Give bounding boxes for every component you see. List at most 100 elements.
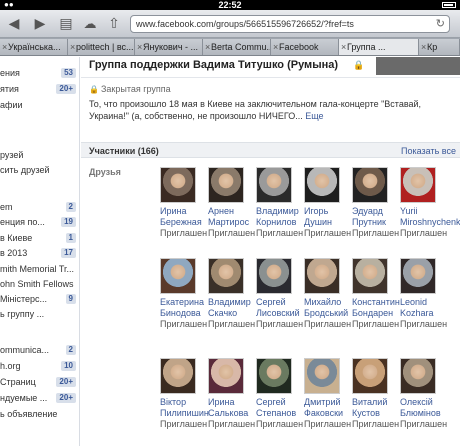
member-avatar[interactable] [304,258,340,294]
sidebar-item[interactable]: рузей [0,149,78,161]
member-status: Приглашен [208,419,256,429]
member-avatar[interactable] [256,167,292,203]
sidebar-item[interactable]: афии [0,99,78,111]
sidebar-item[interactable]: ohn Smith Fellows [0,278,78,290]
member-card[interactable]: Эдуард Прутник Приглашен [352,167,399,239]
icloud-tabs-icon[interactable]: ☁ [80,15,100,32]
member-card[interactable]: Михайло Бродський Приглашен [304,258,352,330]
member-name[interactable]: Михайло Бродський [304,297,348,319]
member-name[interactable]: Leonid Kozhara [400,297,444,319]
close-tab-icon[interactable]: × [341,39,346,55]
member-name[interactable]: Константин Бондарен [352,297,400,319]
member-card[interactable]: Віктор Пилипишин Приглашен [160,358,209,430]
sidebar-item[interactable]: Міністерс... 9 [0,293,78,305]
member-card[interactable]: Константин Бондарен Приглашен [352,258,400,330]
share-icon[interactable]: ⇧ [104,15,124,32]
sidebar-item[interactable]: в 2013 17 [0,247,78,259]
member-card[interactable]: Сергей Степанов Приглашен [256,358,303,430]
sidebar-item[interactable]: Страниц 20+ [0,376,78,388]
forward-icon[interactable]: ▶ [30,15,50,32]
member-card[interactable]: Владимир Корнилов Приглашен [256,167,303,239]
tab-4[interactable]: × Berta Commu... [203,39,271,55]
member-avatar[interactable] [304,167,340,203]
member-avatar[interactable] [256,358,292,394]
back-icon[interactable]: ◀ [4,15,24,32]
member-card[interactable]: Олексій Блюмінов Приглашен [400,358,447,430]
member-card[interactable]: Сергей Лисовский Приглашен [256,258,303,330]
member-name[interactable]: Екатерина Бинодова [160,297,204,319]
member-name[interactable]: Виталий Кустов [352,397,396,419]
member-name[interactable]: Сергей Степанов [256,397,300,419]
member-name[interactable]: Эдуард Прутник [352,206,396,228]
close-tab-icon[interactable]: × [205,39,210,55]
member-avatar[interactable] [256,258,292,294]
member-name[interactable]: Владимир Корнилов [256,206,300,228]
more-link[interactable]: Еще [305,111,323,121]
tab-1[interactable]: × Українська... [0,39,68,55]
member-card[interactable]: Владимир Скачко Приглашен [208,258,255,330]
tab-5[interactable]: × Facebook [271,39,339,55]
member-avatar[interactable] [208,258,244,294]
member-avatar[interactable] [160,258,196,294]
close-tab-icon[interactable]: × [2,39,7,55]
member-name[interactable]: Yurii Miroshnychenko [400,206,460,228]
member-name[interactable]: Олексій Блюмінов [400,397,444,419]
sidebar-item[interactable]: сить друзей [0,164,78,176]
member-name[interactable]: Сергей Лисовский [256,297,300,319]
member-avatar[interactable] [304,358,340,394]
tab-7[interactable]: × Кр [419,39,460,55]
tab-3[interactable]: × Янукович - ... [135,39,203,55]
page-title[interactable]: Группа поддержки Вадима Титушко (Румына) [89,59,338,71]
member-name[interactable]: Віктор Пилипишин [160,397,209,419]
member-avatar[interactable] [352,358,388,394]
member-status: Приглашен [304,319,352,329]
member-avatar[interactable] [400,358,436,394]
sidebar-item[interactable]: ятия 20+ [0,83,78,95]
sidebar-item[interactable]: ения 53 [0,67,78,79]
close-tab-icon[interactable]: × [137,39,142,55]
address-bar[interactable]: www.facebook.com/groups/566515596726652/… [130,15,450,33]
member-avatar[interactable] [208,358,244,394]
member-avatar[interactable] [352,167,388,203]
bookmarks-icon[interactable]: ▤ [56,15,76,32]
sidebar-item[interactable]: ommunica... 2 [0,344,78,356]
sidebar-item[interactable]: в Киеве 1 [0,232,78,244]
member-card[interactable]: Виталий Кустов Приглашен [352,358,399,430]
sidebar-item[interactable]: ндуемые ... 20+ [0,392,78,404]
tab-2[interactable]: × polittech | вс... [68,39,135,55]
sidebar-item[interactable]: енция по... 19 [0,216,78,228]
close-tab-icon[interactable]: × [273,39,278,55]
member-card[interactable]: Арнен Мартирос Приглашен [208,167,256,239]
member-avatar[interactable] [400,167,436,203]
member-name[interactable]: Игорь Душин [304,206,348,228]
member-avatar[interactable] [160,167,196,203]
member-avatar[interactable] [208,167,244,203]
member-name[interactable]: Ирина Бережная [160,206,204,228]
member-card[interactable]: Игорь Душин Приглашен [304,167,351,239]
sidebar-item[interactable]: ь объявление [0,408,78,420]
member-status: Приглашен [208,228,256,238]
member-card[interactable]: Ирина Бережная Приглашен [160,167,207,239]
member-name[interactable]: Ирина Салькова [208,397,252,419]
sidebar-item[interactable]: mith Memorial Tr... [0,263,78,275]
group-description: То, что произошло 18 мая в Киеве на закл… [89,99,422,121]
member-card[interactable]: Дмитрий Факовски Приглашен [304,358,351,430]
member-name[interactable]: Дмитрий Факовски [304,397,348,419]
reload-icon[interactable]: ↻ [436,16,445,32]
member-name[interactable]: Владимир Скачко [208,297,252,319]
close-tab-icon[interactable]: × [421,39,426,55]
sidebar-item[interactable]: ь группу ... [0,308,78,320]
member-avatar[interactable] [400,258,436,294]
close-tab-icon[interactable]: × [70,39,75,55]
member-card[interactable]: Yurii Miroshnychenko Приглашен [400,167,460,239]
sidebar-item[interactable]: em 2 [0,201,78,213]
member-name[interactable]: Арнен Мартирос [208,206,252,228]
sidebar-item[interactable]: h.org 10 [0,360,78,372]
tab-6-active[interactable]: × Группа ... [339,39,419,55]
member-card[interactable]: Leonid Kozhara Приглашен [400,258,447,330]
member-avatar[interactable] [160,358,196,394]
member-card[interactable]: Ирина Салькова Приглашен [208,358,256,430]
member-card[interactable]: Екатерина Бинодова Приглашен [160,258,207,330]
member-avatar[interactable] [352,258,388,294]
show-all-link[interactable]: Показать все [401,146,456,156]
